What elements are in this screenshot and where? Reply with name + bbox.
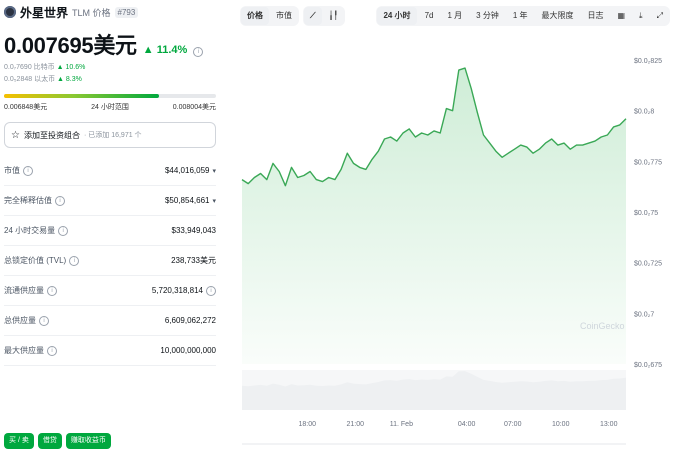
y-tick-label: $0.0₂775 [634,159,662,166]
chevron-down-icon[interactable]: ▾ [212,197,216,205]
chart-type-tabs: ⟋ ╽╿ [303,6,346,26]
stat-row: 市值 i $44,016,059 ▾ [4,156,216,186]
y-tick-label: $0.0₂7 [634,311,654,318]
tab-price[interactable]: 价格 [241,7,269,25]
borrow-button[interactable]: 借贷 [37,433,62,449]
stat-label: 完全稀释估值 [4,196,52,205]
buy-sell-button[interactable]: 买 / 卖 [4,433,34,449]
chart-toolbar: 价格 市值 ⟋ ╽╿ [240,6,346,26]
coingecko-watermark: CoinGecko [580,321,625,331]
earn-button[interactable]: 赚取收益币 [65,433,111,449]
y-tick-label: $0.0₂825 [634,58,662,65]
range-24h-bar [4,94,216,98]
price-row: 0.007695美元 ▲ 11.4% i [0,28,220,60]
stat-label: 市值 [4,166,20,175]
range-7d-tab[interactable]: 7d [419,7,440,25]
eth-change: ▲ 8.3% [57,76,82,83]
action-buttons: 买 / 卖 借贷 赚取收益币 [4,433,111,449]
stat-label: 最大供应量 [4,346,44,355]
x-tick-label: 07:00 [504,421,522,428]
info-icon[interactable]: i [69,255,80,266]
info-icon[interactable]: i [47,345,57,356]
expand-icon[interactable]: ⤢ [651,7,669,25]
stat-value: 10,000,000,000 [160,346,216,355]
coin-symbol: TLM 价格 [72,7,111,18]
price-chart: $0.0₂825 $0.0₂8 $0.0₂775 $0.0₂75 $0.0₂725 $0.… [236,34,680,453]
coin-header: 外星世界 TLM 价格 #793 [0,0,220,24]
info-icon[interactable]: i [58,225,69,236]
y-tick-label: $0.0₂725 [634,261,662,268]
range-1m-tab[interactable]: 1 月 [441,7,468,25]
chevron-down-icon[interactable]: ▾ [212,167,216,175]
coin-name: 外星世界 [20,5,69,20]
candlestick-icon[interactable]: ╽╿ [323,7,345,25]
eth-price-line: 0.0₅2848 以太币 ▲ 8.3% [0,74,220,84]
chart-panel: 价格 市值 ⟋ ╽╿ 24 小时 7d 1 月 3 分钟 1 年 最大限度 日志… [236,0,680,453]
info-icon[interactable]: i [193,47,204,57]
stat-value: 238,733美元 [171,256,216,265]
info-icon[interactable]: i [206,285,216,296]
x-tick-label: 11. Feb [390,421,413,428]
x-tick-label: 10:00 [552,421,570,428]
range-label: 24 小时范围 [91,104,129,111]
portfolio-label: 添加至投资组合 [23,130,80,140]
info-icon[interactable]: i [23,165,33,176]
x-tick-label: 13:00 [600,421,618,428]
eth-price: 0.0₅2848 以太币 [4,76,56,83]
stat-row: 总锁定价值 (TVL) i 238,733美元 [4,246,216,276]
chart-mode-tabs: 价格 市值 [240,6,299,26]
stat-row: 流通供应量 i 5,720,318,814 i [4,276,216,306]
add-to-portfolio-button[interactable]: ☆ 添加至投资组合 · 已添加 16,971 个 [4,122,216,148]
range-low: 0.006848美元 [4,104,48,111]
btc-price: 0.0₇7690 比特币 [4,64,55,71]
coin-summary-panel: 外星世界 TLM 价格 #793 0.007695美元 ▲ 11.4% i 0.… [0,0,220,453]
stat-row: 24 小时交易量 i $33,949,043 [4,216,216,246]
stat-value: 5,720,318,814 [151,286,203,295]
info-icon[interactable]: i [47,285,57,296]
stat-label: 总供应量 [4,316,36,325]
y-tick-label: $0.0₂675 [634,362,662,369]
info-icon[interactable]: i [55,195,65,206]
current-price: 0.007695美元 [4,33,137,58]
coin-logo-icon [4,6,16,18]
range-24h-tab[interactable]: 24 小时 [377,7,417,25]
x-tick-label: 04:00 [458,421,476,428]
range-high: 0.008004美元 [172,104,216,111]
range-24h-fill [4,94,159,98]
calendar-icon[interactable]: ▦ [611,7,631,25]
stat-value: $50,854,661 [164,196,210,205]
range-24h-labels: 0.006848美元 24 小时范围 0.008004美元 [0,98,220,112]
stats-list: 市值 i $44,016,059 ▾ 完全稀释估值 i $50,854,661 ▾ 24… [0,156,220,366]
stat-label: 总锁定价值 (TVL) [4,256,67,265]
range-1y-tab[interactable]: 1 年 [507,7,534,25]
btc-price-line: 0.0₇7690 比特币 ▲ 10.6% [0,62,220,72]
time-range-tabs: 24 小时 7d 1 月 3 分钟 1 年 最大限度 日志 ▦ ⤓ ⤢ [376,6,670,26]
line-chart-icon[interactable]: ⟋ [304,7,322,25]
info-icon[interactable]: i [39,315,49,326]
portfolio-count: · 已添加 16,971 个 [83,132,142,139]
stat-row: 完全稀释估值 i $50,854,661 ▾ [4,186,216,216]
x-tick-label: 18:00 [299,421,317,428]
tab-market-cap[interactable]: 市值 [270,7,298,25]
range-log-tab[interactable]: 日志 [581,7,609,25]
x-tick-label: 21:00 [347,421,365,428]
stat-value: $33,949,043 [171,226,217,235]
btc-change: ▲ 10.6% [56,64,86,71]
y-tick-label: $0.0₂75 [634,210,658,217]
y-tick-label: $0.0₂8 [634,109,654,116]
stat-row: 最大供应量 i 10,000,000,000 [4,336,216,366]
coin-rank-badge: #793 [114,6,139,18]
price-change-24h: ▲ 11.4% [142,44,188,56]
stat-label: 24 小时交易量 [4,226,56,235]
stat-label: 流通供应量 [4,286,44,295]
price-chart-svg: $0.0₂825 $0.0₂8 $0.0₂775 $0.0₂75 $0.0₂725 $0.… [241,58,662,445]
download-icon[interactable]: ⤓ [633,7,649,25]
stat-value: 6,609,062,272 [164,316,216,325]
stat-value: $44,016,059 [164,166,210,175]
range-max-tab[interactable]: 最大限度 [535,7,579,25]
price-area [242,68,626,364]
stat-row: 总供应量 i 6,609,062,272 [4,306,216,336]
range-3m-tab[interactable]: 3 分钟 [470,7,505,25]
star-icon: ☆ [11,129,20,141]
